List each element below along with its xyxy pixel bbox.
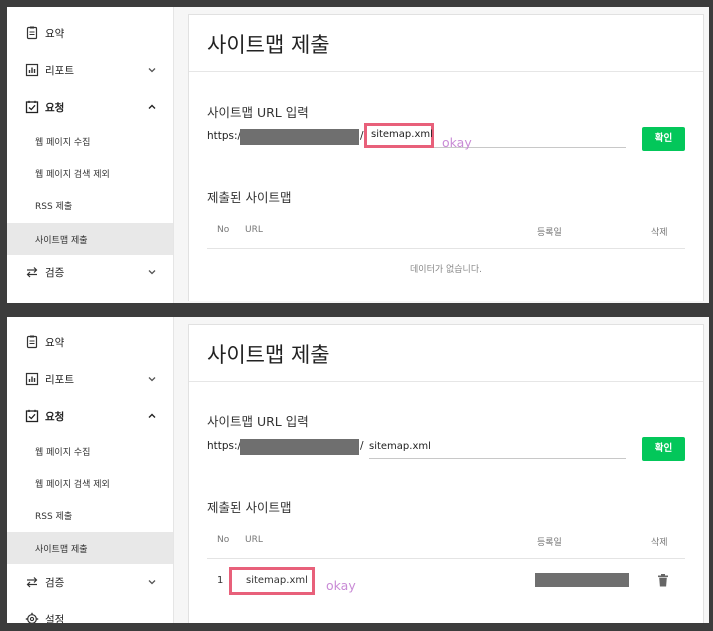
sidebar-item-report[interactable]: 리포트	[7, 363, 173, 395]
checkbox-icon	[25, 409, 39, 423]
highlight-box: sitemap.xml	[229, 567, 315, 595]
sidebar-item-label: 요청	[45, 410, 65, 423]
trash-icon[interactable]	[657, 574, 669, 587]
sidebar-subitem-crawl[interactable]: 웹 페이지 수집	[7, 125, 173, 157]
okay-annotation: okay	[326, 578, 356, 593]
redacted-date	[535, 573, 629, 587]
divider	[189, 71, 703, 72]
screenshot-after: 요약 리포트 요청 웹 페이지 수집 웹 페이지 검색 제외 RSS 제출 사이…	[7, 317, 709, 623]
url-section-label: 사이트맵 URL 입력	[207, 414, 309, 429]
column-date: 등록일	[537, 538, 562, 548]
divider	[189, 381, 703, 382]
row-number: 1	[217, 575, 224, 586]
chevron-down-icon[interactable]	[147, 65, 157, 75]
sidebar-subitem-label: 웹 페이지 수집	[35, 138, 91, 148]
url-section-label: 사이트맵 URL 입력	[207, 105, 309, 120]
swap-arrows-icon	[26, 267, 38, 278]
sidebar-subitem-sitemap[interactable]: 사이트맵 제출	[7, 532, 173, 564]
sidebar-subitem-label: 웹 페이지 검색 제외	[35, 170, 110, 180]
page-title: 사이트맵 제출	[207, 343, 330, 367]
document-icon	[26, 335, 38, 349]
sidebar-item-request[interactable]: 요청	[7, 400, 173, 432]
sidebar-item-label: 요청	[45, 101, 65, 114]
sidebar-subitem-label: RSS 제출	[35, 512, 73, 522]
column-url: URL	[245, 535, 263, 545]
url-prefix: https://	[207, 130, 245, 142]
screenshot-before: 요약 리포트 요청 웹 페이지 수집 웹 페이지 검색 제외 RSS 제출 사이…	[7, 7, 709, 303]
sidebar-subitem-label: 웹 페이지 검색 제외	[35, 480, 110, 490]
sidebar-item-request[interactable]: 요청	[7, 91, 173, 123]
sidebar-subitem-rss[interactable]: RSS 제출	[7, 189, 173, 221]
sidebar-subitem-crawl[interactable]: 웹 페이지 수집	[7, 435, 173, 467]
confirm-button[interactable]: 확인	[642, 127, 685, 151]
sidebar-item-settings[interactable]: 설정	[7, 603, 173, 623]
sitemap-url-value[interactable]: sitemap.xml	[371, 129, 433, 140]
sidebar-subitem-label: 사이트맵 제출	[35, 545, 88, 555]
chevron-down-icon[interactable]	[147, 374, 157, 384]
document-icon	[26, 26, 38, 40]
sidebar: 요약 리포트 요청 웹 페이지 수집 웹 페이지 검색 제외 RSS 제출 사이…	[7, 7, 174, 303]
sidebar-subitem-exclude[interactable]: 웹 페이지 검색 제외	[7, 157, 173, 189]
row-url: sitemap.xml	[246, 575, 308, 586]
sidebar: 요약 리포트 요청 웹 페이지 수집 웹 페이지 검색 제외 RSS 제출 사이…	[7, 317, 174, 623]
chevron-down-icon[interactable]	[147, 267, 157, 277]
table-divider	[207, 248, 685, 249]
url-slash: /	[360, 130, 364, 142]
column-no: No	[217, 535, 230, 545]
page-title: 사이트맵 제출	[207, 33, 330, 57]
submitted-section-label: 제출된 사이트맵	[207, 500, 292, 515]
sidebar-item-summary[interactable]: 요약	[7, 326, 173, 358]
main-content: 사이트맵 제출 사이트맵 URL 입력 https:// / sitemap.x…	[188, 14, 704, 301]
sidebar-item-report[interactable]: 리포트	[7, 54, 173, 86]
column-delete: 삭제	[651, 228, 668, 238]
submitted-section-label: 제출된 사이트맵	[207, 190, 292, 205]
sidebar-subitem-label: RSS 제출	[35, 202, 73, 212]
url-slash: /	[360, 440, 364, 452]
empty-message: 데이터가 없습니다.	[410, 265, 482, 275]
confirm-button[interactable]: 확인	[642, 437, 685, 461]
bar-chart-icon	[25, 372, 39, 386]
sidebar-item-label: 요약	[45, 336, 65, 349]
okay-annotation: okay	[442, 135, 472, 150]
sidebar-item-verify[interactable]: 검증	[7, 256, 173, 288]
sidebar-item-label: 요약	[45, 27, 65, 40]
sidebar-subitem-label: 웹 페이지 수집	[35, 448, 91, 458]
sidebar-item-summary[interactable]: 요약	[7, 17, 173, 49]
gear-icon	[25, 612, 39, 623]
sidebar-subitem-sitemap[interactable]: 사이트맵 제출	[7, 223, 173, 255]
highlight-box: sitemap.xml	[364, 123, 434, 148]
sidebar-item-label: 설정	[45, 613, 65, 624]
chevron-up-icon[interactable]	[147, 102, 157, 112]
sidebar-item-label: 리포트	[45, 64, 74, 77]
sidebar-item-verify[interactable]: 검증	[7, 566, 173, 598]
bar-chart-icon	[25, 63, 39, 77]
chevron-down-icon[interactable]	[147, 577, 157, 587]
sidebar-subitem-label: 사이트맵 제출	[35, 236, 88, 246]
column-delete: 삭제	[651, 538, 668, 548]
sidebar-item-label: 검증	[45, 576, 65, 589]
sidebar-subitem-rss[interactable]: RSS 제출	[7, 499, 173, 531]
table-divider	[207, 558, 685, 559]
redacted-domain	[240, 129, 359, 145]
column-date: 등록일	[537, 228, 562, 238]
sidebar-item-label: 검증	[45, 266, 65, 279]
chevron-up-icon[interactable]	[147, 411, 157, 421]
sidebar-item-label: 리포트	[45, 373, 74, 386]
sitemap-url-value: sitemap.xml	[369, 441, 431, 452]
sitemap-url-input[interactable]: sitemap.xml	[369, 441, 626, 459]
url-prefix: https://	[207, 440, 245, 452]
column-url: URL	[245, 225, 263, 235]
sidebar-subitem-exclude[interactable]: 웹 페이지 검색 제외	[7, 467, 173, 499]
main-content: 사이트맵 제출 사이트맵 URL 입력 https:// / sitemap.x…	[188, 324, 704, 623]
column-no: No	[217, 225, 230, 235]
swap-arrows-icon	[26, 577, 38, 588]
checkbox-icon	[25, 100, 39, 114]
redacted-domain	[240, 439, 359, 455]
